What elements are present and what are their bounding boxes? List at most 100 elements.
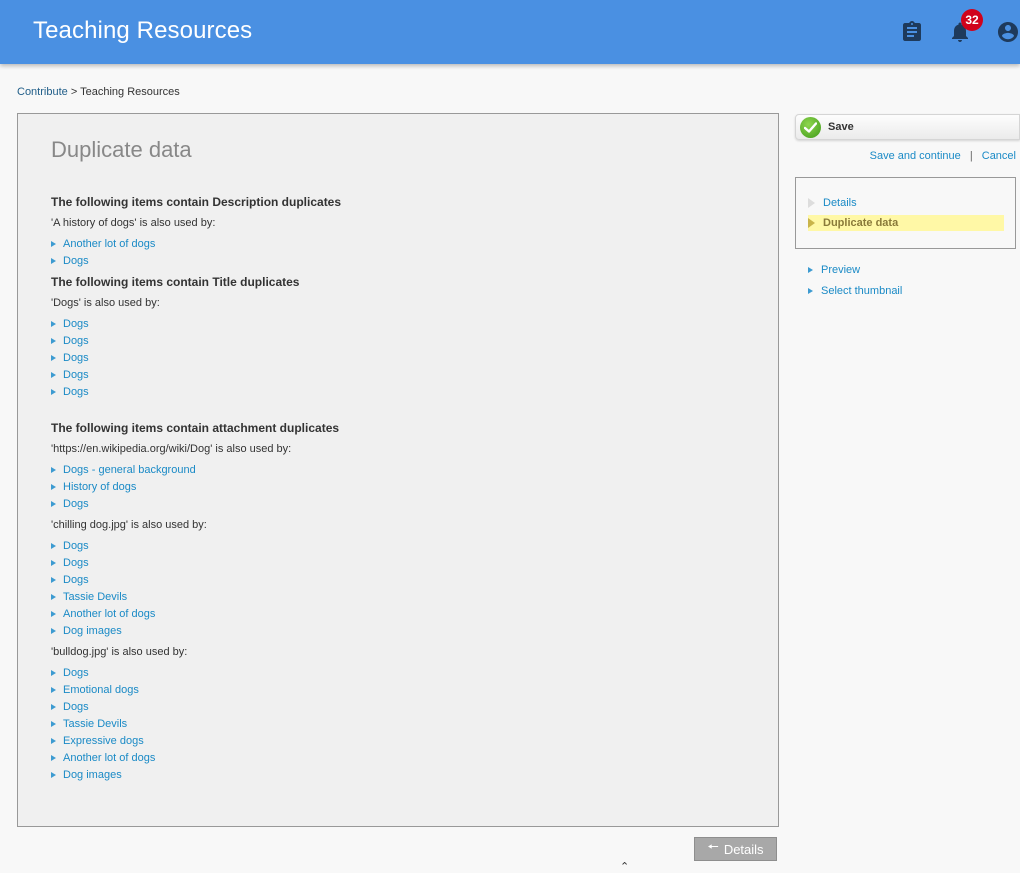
list-item: Dog images (51, 623, 751, 640)
app-title: Teaching Resources (33, 17, 253, 44)
list-item: Dogs (51, 350, 751, 367)
save-links: Save and continue | Cancel (870, 150, 1016, 162)
breadcrumb-link-contribute[interactable]: Contribute (17, 86, 68, 98)
used-by-text: 'A history of dogs' is also used by: (51, 217, 216, 229)
list-item: Dogs - general background (51, 462, 751, 479)
duplicate-link[interactable]: Dogs (63, 335, 89, 347)
triangle-right-icon (51, 594, 56, 600)
save-and-continue-link[interactable]: Save and continue (870, 150, 961, 162)
duplicate-link[interactable]: Expressive dogs (63, 735, 144, 747)
list-item: Dogs (51, 555, 751, 572)
duplicate-link[interactable]: Tassie Devils (63, 718, 127, 730)
triangle-right-icon (808, 218, 815, 228)
cancel-link[interactable]: Cancel (982, 150, 1016, 162)
triangle-right-icon (51, 338, 56, 344)
triangle-right-icon (51, 389, 56, 395)
wizard-steps: Details Duplicate data (795, 177, 1016, 249)
list-item: Dogs (51, 699, 751, 716)
list-item: Dogs (51, 572, 751, 589)
used-by-text: 'chilling dog.jpg' is also used by: (51, 519, 207, 531)
duplicate-link[interactable]: Dogs (63, 574, 89, 586)
duplicate-link[interactable]: Dog images (63, 625, 122, 637)
list-item: Another lot of dogs (51, 606, 751, 623)
select-thumbnail-link[interactable]: Select thumbnail (821, 285, 902, 297)
used-by-text: 'Dogs' is also used by: (51, 297, 160, 309)
back-to-details-button[interactable]: 🠔 Details (694, 837, 777, 861)
triangle-right-icon (51, 721, 56, 727)
sidebar-links: Preview Select thumbnail (808, 262, 902, 304)
step-details[interactable]: Details (808, 195, 1004, 211)
notification-badge: 32 (961, 9, 983, 31)
app-header: Teaching Resources 32 (0, 0, 1020, 64)
duplicate-list: Dogs Dogs Dogs Tassie Devils Another lot… (51, 538, 751, 640)
list-item: History of dogs (51, 479, 751, 496)
duplicate-link[interactable]: Dogs (63, 540, 89, 552)
triangle-right-icon (51, 467, 56, 473)
step-duplicate-data[interactable]: Duplicate data (808, 215, 1004, 231)
duplicate-link[interactable]: Dogs (63, 352, 89, 364)
sidebar-item-select-thumbnail: Select thumbnail (808, 283, 902, 300)
used-by-text: 'https://en.wikipedia.org/wiki/Dog' is a… (51, 443, 292, 455)
duplicate-link[interactable]: Tassie Devils (63, 591, 127, 603)
list-item: Tassie Devils (51, 716, 751, 733)
section-heading: The following items contain attachment d… (51, 421, 340, 435)
triangle-right-icon (51, 355, 56, 361)
page-title: Duplicate data (51, 137, 192, 162)
duplicate-link[interactable]: Emotional dogs (63, 684, 139, 696)
breadcrumb-current: Teaching Resources (80, 86, 180, 98)
arrow-left-icon: 🠔 (707, 839, 719, 854)
step-details-label[interactable]: Details (823, 197, 857, 209)
triangle-right-icon (51, 258, 56, 264)
triangle-right-icon (51, 772, 56, 778)
duplicate-list: Dogs - general background History of dog… (51, 462, 751, 513)
triangle-right-icon (51, 755, 56, 761)
triangle-right-icon (51, 241, 56, 247)
duplicate-link[interactable]: History of dogs (63, 481, 136, 493)
triangle-right-icon (808, 267, 813, 273)
account-icon[interactable] (996, 20, 1020, 44)
list-item: Dogs (51, 496, 751, 513)
triangle-right-icon (51, 321, 56, 327)
duplicate-link[interactable]: Dogs (63, 318, 89, 330)
duplicate-link[interactable]: Dogs (63, 255, 89, 267)
list-item: Dogs (51, 253, 751, 270)
duplicate-link[interactable]: Dogs (63, 369, 89, 381)
duplicate-link[interactable]: Another lot of dogs (63, 752, 155, 764)
duplicate-link[interactable]: Dogs (63, 386, 89, 398)
breadcrumb: Contribute > Teaching Resources (17, 86, 180, 98)
save-button[interactable]: Save (795, 114, 1020, 140)
duplicate-link[interactable]: Another lot of dogs (63, 238, 155, 250)
section-heading: The following items contain Description … (51, 195, 342, 209)
duplicate-link[interactable]: Dogs (63, 667, 89, 679)
list-item: Expressive dogs (51, 733, 751, 750)
triangle-right-icon (51, 738, 56, 744)
back-button-label: Details (723, 841, 764, 857)
duplicate-list: Dogs Dogs Dogs Dogs Dogs (51, 316, 751, 401)
triangle-right-icon (51, 670, 56, 676)
checkmark-icon (800, 116, 821, 138)
duplicate-link[interactable]: Dog images (63, 769, 122, 781)
triangle-right-icon (51, 560, 56, 566)
triangle-right-icon (51, 577, 56, 583)
list-item: Dogs (51, 367, 751, 384)
sidebar-item-preview: Preview (808, 262, 902, 279)
duplicate-link[interactable]: Dogs (63, 557, 89, 569)
preview-link[interactable]: Preview (821, 264, 860, 276)
used-by-text: 'bulldog.jpg' is also used by: (51, 646, 188, 658)
triangle-right-icon (51, 704, 56, 710)
list-item: Another lot of dogs (51, 750, 751, 767)
triangle-right-icon (51, 484, 56, 490)
clipboard-icon[interactable] (900, 20, 924, 44)
duplicate-link[interactable]: Dogs (63, 498, 89, 510)
triangle-right-icon (51, 611, 56, 617)
breadcrumb-separator: > (70, 86, 78, 98)
duplicate-link[interactable]: Dogs (63, 701, 89, 713)
triangle-right-icon (51, 372, 56, 378)
step-duplicate-data-label: Duplicate data (823, 217, 899, 229)
duplicate-link[interactable]: Another lot of dogs (63, 608, 155, 620)
duplicate-link[interactable]: Dogs - general background (63, 464, 196, 476)
duplicate-sections: The following items contain Description … (51, 194, 751, 784)
scroll-up-icon[interactable]: ⌃ (620, 860, 629, 873)
list-item: Dogs (51, 333, 751, 350)
duplicate-data-panel: Duplicate data The following items conta… (17, 113, 779, 827)
